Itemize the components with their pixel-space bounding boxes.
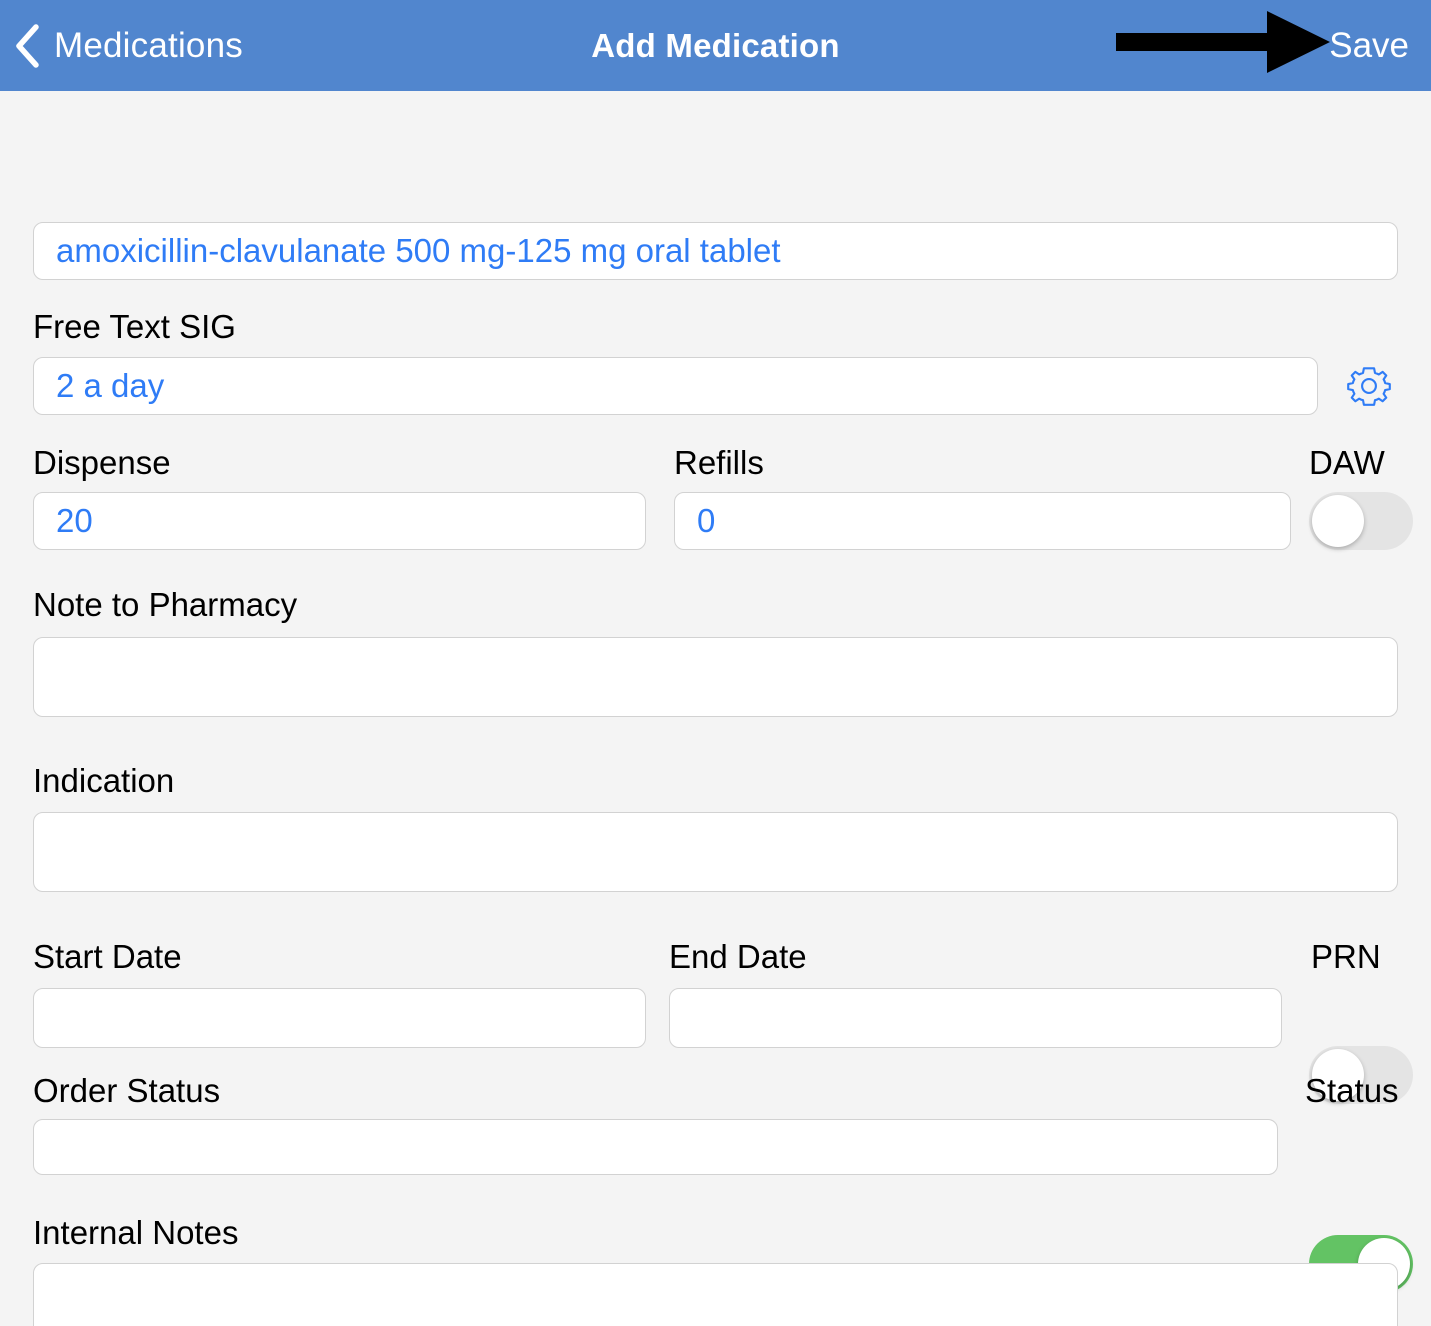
indication-input[interactable] <box>33 812 1398 892</box>
save-button-label: Save <box>1329 25 1409 65</box>
end-date-input[interactable] <box>669 988 1282 1048</box>
start-date-input[interactable] <box>33 988 646 1048</box>
navigation-bar: Medications Add Medication Save <box>0 0 1431 91</box>
page-title: Add Medication <box>591 26 840 64</box>
internal-notes-input[interactable] <box>33 1263 1398 1326</box>
end-date-label: End Date <box>669 938 807 975</box>
refills-input[interactable]: 0 <box>674 492 1291 550</box>
free-text-sig-label: Free Text SIG <box>33 308 236 345</box>
medication-form: amoxicillin-clavulanate 500 mg-125 mg or… <box>0 91 1431 1326</box>
status-label: Status <box>1305 1072 1399 1109</box>
indication-label: Indication <box>33 762 175 799</box>
prn-label: PRN <box>1311 938 1381 975</box>
medication-name-input[interactable]: amoxicillin-clavulanate 500 mg-125 mg or… <box>33 222 1398 280</box>
note-to-pharmacy-label: Note to Pharmacy <box>33 586 298 623</box>
gear-icon[interactable] <box>1341 363 1397 409</box>
refills-label: Refills <box>674 444 764 481</box>
save-button[interactable]: Save <box>1329 0 1409 91</box>
daw-toggle[interactable] <box>1309 492 1413 550</box>
order-status-input[interactable] <box>33 1119 1278 1175</box>
dispense-label: Dispense <box>33 444 171 481</box>
internal-notes-label: Internal Notes <box>33 1214 239 1251</box>
daw-label: DAW <box>1309 444 1385 481</box>
start-date-label: Start Date <box>33 938 182 975</box>
dispense-input[interactable]: 20 <box>33 492 646 550</box>
note-to-pharmacy-input[interactable] <box>33 637 1398 717</box>
order-status-label: Order Status <box>33 1072 221 1109</box>
daw-toggle-knob <box>1312 495 1364 547</box>
free-text-sig-input[interactable]: 2 a day <box>33 357 1318 415</box>
